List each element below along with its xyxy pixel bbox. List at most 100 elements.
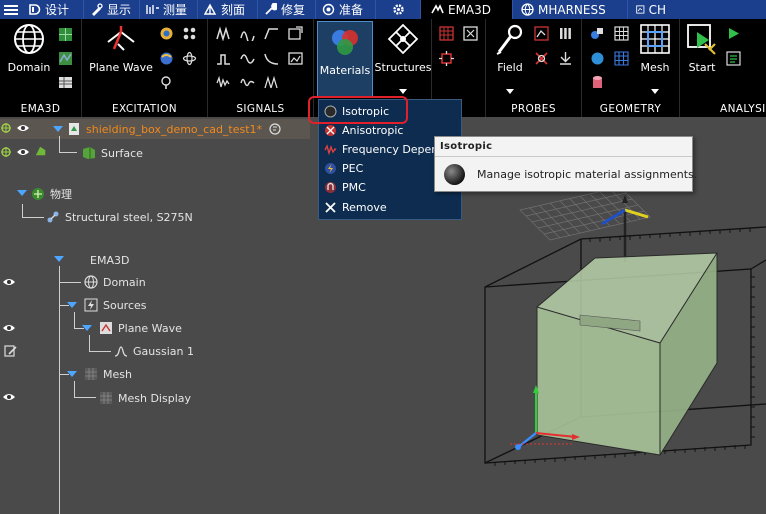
- group-label-analysis: ANALYSIS: [720, 103, 766, 115]
- tree-item-mesh[interactable]: Mesh: [84, 365, 132, 383]
- map-icon[interactable]: [58, 51, 73, 66]
- signal-sine-icon[interactable]: [240, 51, 255, 66]
- antenna-icon[interactable]: [159, 75, 174, 90]
- tree-line: [74, 397, 96, 398]
- color-circle-icon[interactable]: [159, 26, 174, 41]
- signal-image-icon[interactable]: [288, 51, 303, 66]
- structures-label: Structures: [374, 61, 432, 74]
- signal-double-icon[interactable]: [264, 75, 279, 90]
- expander-mesh[interactable]: [67, 371, 77, 377]
- tooltip-title: Isotropic: [440, 141, 493, 152]
- grid-green-icon[interactable]: [58, 27, 73, 42]
- script-icon[interactable]: [726, 51, 741, 66]
- tree-item-ema3d[interactable]: EMA3D: [90, 251, 129, 269]
- signal-step-icon[interactable]: [216, 51, 231, 66]
- visibility-eye-icon[interactable]: [16, 147, 30, 157]
- visibility-eye-icon[interactable]: [16, 123, 30, 133]
- tab-facet[interactable]: 刻面: [198, 0, 258, 19]
- edit-icon[interactable]: [4, 345, 18, 357]
- surface-icon: [83, 147, 95, 159]
- tree-item-surface[interactable]: Surface: [82, 144, 143, 162]
- materials-button[interactable]: Materials: [317, 21, 373, 98]
- field-dropdown-caret[interactable]: [506, 89, 514, 94]
- gear-icon: [392, 4, 404, 15]
- geometry-cylinder-icon[interactable]: [590, 75, 605, 90]
- tree-item-plane-wave[interactable]: Plane Wave: [99, 319, 182, 337]
- plane-wave-button[interactable]: Plane Wave: [88, 22, 154, 74]
- structure-tree: shielding_box_demo_cad_test1* Surface 物理…: [0, 117, 310, 514]
- tab-display[interactable]: 显示: [84, 0, 140, 19]
- tree-item-domain[interactable]: Domain: [84, 273, 146, 291]
- expander-sources[interactable]: [67, 302, 77, 308]
- tab-mharness[interactable]: MHARNESS: [513, 0, 628, 19]
- tab-ch[interactable]: CH: [628, 0, 666, 19]
- tree-item-material[interactable]: Structural steel, S275N: [46, 208, 193, 226]
- signal-ramp-icon[interactable]: [264, 26, 279, 41]
- dots-icon[interactable]: [182, 26, 197, 41]
- isotropic-icon: [444, 164, 465, 185]
- signal-decay-icon[interactable]: [264, 51, 279, 66]
- tab-settings[interactable]: [376, 0, 421, 19]
- probe-bars-icon[interactable]: [558, 26, 573, 41]
- tooltip-divider: [435, 156, 692, 157]
- sphere-icon[interactable]: [159, 51, 174, 66]
- mesh-button[interactable]: Mesh: [636, 22, 674, 74]
- isolate-icon[interactable]: [1, 123, 15, 133]
- signal-wave-icon[interactable]: [240, 26, 255, 41]
- expander-root[interactable]: [53, 126, 63, 132]
- expander-plane-wave[interactable]: [82, 325, 92, 331]
- signal-damped-icon[interactable]: [240, 75, 255, 90]
- tree-line: [74, 312, 75, 328]
- junction-icon[interactable]: [439, 51, 454, 66]
- probe-chart-icon[interactable]: [534, 26, 549, 41]
- geometry-sphere-icon[interactable]: [590, 51, 605, 66]
- options-icon[interactable]: [268, 122, 282, 136]
- visibility-eye-icon[interactable]: [2, 392, 16, 402]
- mesh-dropdown-caret[interactable]: [651, 89, 659, 94]
- domain-label: Domain: [7, 61, 51, 74]
- probe-current-icon[interactable]: [534, 51, 549, 66]
- field-button[interactable]: Field: [492, 22, 528, 74]
- tree-item-sources[interactable]: Sources: [84, 296, 147, 314]
- expander-ema3d[interactable]: [54, 256, 64, 262]
- tree-item-root[interactable]: shielding_box_demo_cad_test1*: [67, 120, 287, 138]
- tab-measure[interactable]: 测量: [140, 0, 198, 19]
- signal-pulse-icon[interactable]: [216, 26, 231, 41]
- atom-icon[interactable]: [182, 51, 197, 66]
- group-label-geometry: GEOMETRY: [599, 103, 662, 115]
- app-menu-button[interactable]: [0, 0, 22, 19]
- tab-repair[interactable]: 修复: [258, 0, 316, 19]
- tab-design[interactable]: 设计: [22, 0, 84, 19]
- tree-item-physics[interactable]: 物理: [31, 185, 72, 203]
- domain-button[interactable]: Domain: [6, 22, 52, 74]
- cube-icon[interactable]: [463, 26, 478, 41]
- expander-physics[interactable]: [17, 190, 27, 196]
- signal-export-icon[interactable]: [288, 26, 303, 41]
- layers-icon[interactable]: [439, 26, 454, 41]
- visibility-eye-icon[interactable]: [2, 323, 16, 333]
- measure-icon: [146, 5, 159, 14]
- structures-button[interactable]: Structures: [374, 22, 432, 74]
- structures-dropdown-caret[interactable]: [399, 89, 407, 94]
- visibility-eye-icon[interactable]: [2, 277, 16, 287]
- mesh-icon: [640, 24, 670, 54]
- tree-line: [89, 335, 90, 351]
- run-icon[interactable]: [726, 26, 741, 41]
- table-icon[interactable]: [58, 75, 73, 90]
- probe-export-icon[interactable]: [558, 51, 573, 66]
- geometry-grid-icon[interactable]: [614, 26, 629, 41]
- tree-item-mesh-display[interactable]: Mesh Display: [99, 389, 191, 407]
- tab-prepare[interactable]: 准备: [316, 0, 376, 19]
- start-button[interactable]: Start: [684, 22, 720, 74]
- globe-icon: [84, 275, 98, 289]
- geometry-mesh-icon[interactable]: [614, 51, 629, 66]
- tree-item-gaussian[interactable]: Gaussian 1: [114, 342, 194, 360]
- tab-ema3d[interactable]: EMA3D: [421, 0, 513, 19]
- display-icon: [91, 3, 103, 16]
- signal-noise-icon[interactable]: [216, 75, 231, 90]
- group-ema3d: Domain EMA3D: [0, 19, 82, 117]
- isolate-icon[interactable]: [1, 147, 15, 157]
- tree-label-root: shielding_box_demo_cad_test1*: [86, 122, 263, 136]
- geometry-shapes-icon[interactable]: [590, 26, 605, 41]
- menu-item-remove[interactable]: Remove: [319, 198, 461, 217]
